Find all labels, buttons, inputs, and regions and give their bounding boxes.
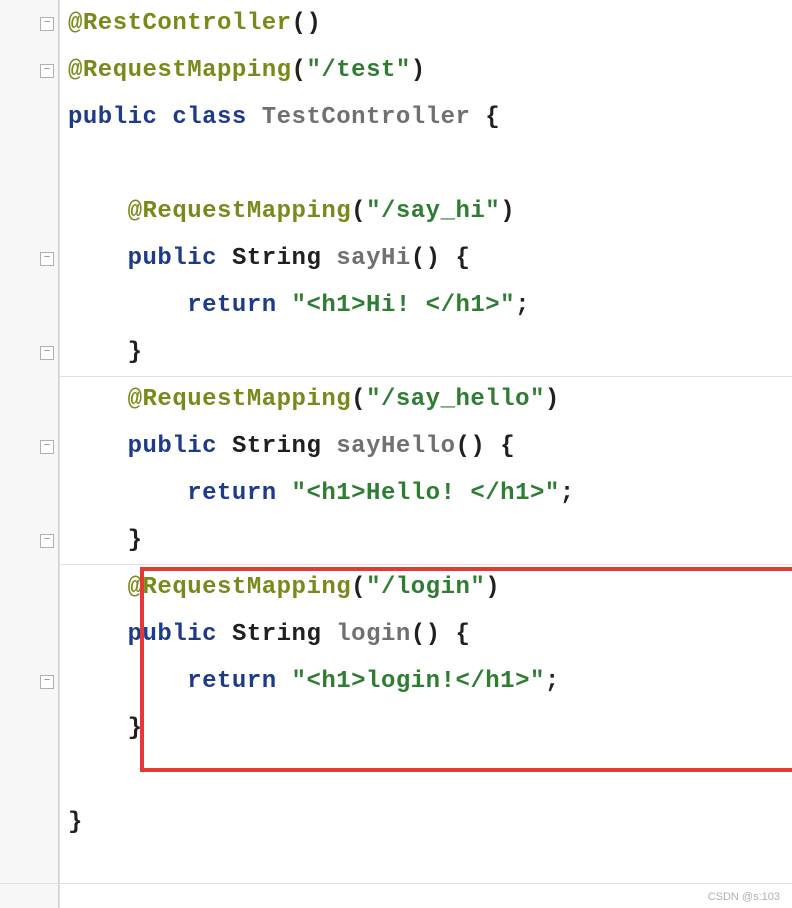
fold-toggle-icon[interactable]: − (40, 675, 54, 689)
gutter-line (0, 564, 59, 611)
gutter-line (0, 611, 59, 658)
fold-toggle-icon[interactable]: − (40, 346, 54, 360)
token: sayHi (336, 245, 411, 272)
token: ; (560, 480, 575, 507)
code-line[interactable]: @RequestMapping("/login") (68, 564, 784, 611)
fold-toggle-icon[interactable]: − (40, 64, 54, 78)
gutter-line: − (0, 517, 59, 564)
gutter-line (0, 141, 59, 188)
code-line[interactable]: public String sayHello() { (68, 423, 784, 470)
token: "<h1>Hello! </h1>" (292, 480, 560, 507)
token: "/login" (366, 574, 485, 601)
token: @RequestMapping (128, 386, 352, 413)
token: ( (292, 57, 307, 84)
token: String (232, 621, 336, 648)
gutter-line: − (0, 423, 59, 470)
token: public (128, 621, 232, 648)
token: public class (68, 104, 262, 131)
token: "<h1>Hi! </h1>" (292, 292, 516, 319)
token: return (187, 292, 291, 319)
gutter-line: − (0, 329, 59, 376)
token: { (456, 621, 471, 648)
token: ) (485, 574, 500, 601)
method-separator (60, 376, 792, 377)
fold-toggle-icon[interactable]: − (40, 534, 54, 548)
token: () (455, 433, 500, 460)
watermark: CSDN @s:103 (708, 891, 780, 903)
token: ; (515, 292, 530, 319)
token: "<h1>login!</h1>" (292, 668, 545, 695)
code-line[interactable]: @RestController() (68, 0, 784, 47)
code-line[interactable]: return "<h1>Hello! </h1>"; (68, 470, 784, 517)
token: ( (351, 386, 366, 413)
gutter-line (0, 188, 59, 235)
token: sayHello (336, 433, 455, 460)
gutter-line (0, 705, 59, 752)
token: "/say_hi" (366, 198, 500, 225)
code-line[interactable]: } (68, 799, 784, 846)
token: String (232, 245, 336, 272)
code-editor: −−−−−−− @RestController()@RequestMapping… (0, 0, 792, 908)
gutter-line (0, 282, 59, 329)
code-line[interactable]: public String sayHi() { (68, 235, 784, 282)
code-area[interactable]: @RestController()@RequestMapping("/test"… (60, 0, 792, 908)
gutter-line: − (0, 235, 59, 282)
code-line[interactable]: public class TestController { (68, 94, 784, 141)
token: () (411, 245, 456, 272)
token: ( (351, 574, 366, 601)
token: () (292, 10, 322, 37)
token: return (187, 668, 291, 695)
token: @RequestMapping (128, 574, 352, 601)
token: ) (545, 386, 560, 413)
gutter-line (0, 470, 59, 517)
code-line[interactable]: @RequestMapping("/say_hello") (68, 376, 784, 423)
fold-toggle-icon[interactable]: − (40, 252, 54, 266)
method-separator (60, 564, 792, 565)
gutter-line (0, 94, 59, 141)
token: ( (351, 198, 366, 225)
token: } (68, 809, 83, 836)
code-line[interactable]: } (68, 517, 784, 564)
token: ) (411, 57, 426, 84)
code-line[interactable] (68, 141, 784, 188)
bottom-separator (0, 883, 792, 884)
gutter-line (0, 752, 59, 799)
gutter-line: − (0, 0, 59, 47)
token: @RequestMapping (128, 198, 352, 225)
token: String (232, 433, 336, 460)
token: } (128, 715, 143, 742)
code-line[interactable]: } (68, 705, 784, 752)
token: return (187, 480, 291, 507)
token: "/test" (306, 57, 410, 84)
code-line[interactable]: } (68, 329, 784, 376)
token: login (336, 621, 411, 648)
gutter-line: − (0, 47, 59, 94)
code-line[interactable] (68, 752, 784, 799)
code-line[interactable]: public String login() { (68, 611, 784, 658)
token: } (128, 527, 143, 554)
token: @RequestMapping (68, 57, 292, 84)
token: () (411, 621, 456, 648)
token: ) (500, 198, 515, 225)
gutter-line (0, 376, 59, 423)
gutter-line: − (0, 658, 59, 705)
code-line[interactable]: return "<h1>login!</h1>"; (68, 658, 784, 705)
token: @RestController (68, 10, 292, 37)
token: { (485, 104, 500, 131)
token: } (128, 339, 143, 366)
token: public (128, 245, 232, 272)
token: { (500, 433, 515, 460)
token: { (456, 245, 471, 272)
code-line[interactable]: @RequestMapping("/test") (68, 47, 784, 94)
fold-toggle-icon[interactable]: − (40, 440, 54, 454)
token: public (128, 433, 232, 460)
code-line[interactable]: @RequestMapping("/say_hi") (68, 188, 784, 235)
token: "/say_hello" (366, 386, 545, 413)
code-line[interactable]: return "<h1>Hi! </h1>"; (68, 282, 784, 329)
gutter-line (0, 799, 59, 846)
gutter: − − − − − − − (0, 0, 60, 908)
token: ; (545, 668, 560, 695)
token: TestController (262, 104, 486, 131)
fold-toggle-icon[interactable]: − (40, 17, 54, 31)
